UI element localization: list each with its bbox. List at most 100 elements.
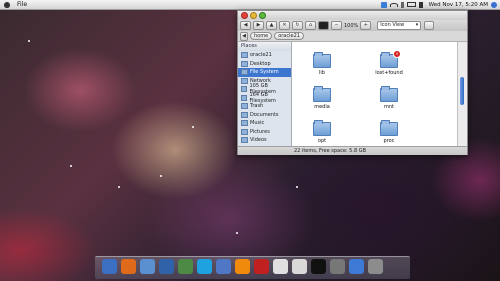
- chat-icon[interactable]: [140, 259, 155, 274]
- bluetooth-icon[interactable]: [400, 1, 404, 8]
- console-icon[interactable]: [311, 259, 326, 274]
- place-icon: [241, 111, 248, 118]
- folder-item[interactable]: × lost+found: [374, 50, 404, 76]
- wifi-icon[interactable]: [389, 2, 398, 7]
- vertical-scrollbar[interactable]: [457, 42, 467, 146]
- forward-button[interactable]: ▶: [253, 21, 264, 30]
- book-icon[interactable]: [254, 259, 269, 274]
- sidebar-item[interactable]: Documents: [238, 111, 291, 120]
- minimize-button[interactable]: [250, 12, 257, 19]
- sidebar-item-label: oracle21: [250, 52, 272, 59]
- path-toggle-button[interactable]: ◀: [240, 31, 248, 41]
- dropbox-icon[interactable]: [380, 1, 387, 8]
- place-icon: [241, 94, 248, 101]
- folder-item[interactable]: lib: [307, 52, 337, 76]
- sidebar-item-label: Trash: [250, 103, 264, 110]
- status-tray: Wed Nov 17, 5:20 AM: [380, 0, 497, 9]
- spotlight-icon[interactable]: [491, 1, 497, 8]
- sidebar-item-label: Documents: [250, 111, 279, 118]
- star: [192, 126, 194, 128]
- finder-icon[interactable]: [349, 259, 364, 274]
- folder-item[interactable]: mnt: [374, 86, 404, 110]
- place-icon: [241, 52, 248, 59]
- sidebar-item-label: Videos: [250, 137, 267, 144]
- photos-icon[interactable]: [292, 259, 307, 274]
- music-icon[interactable]: [216, 259, 231, 274]
- home-button[interactable]: ⌂: [305, 21, 316, 30]
- star: [236, 232, 238, 234]
- battery-icon[interactable]: [406, 2, 416, 7]
- folder-icon: [313, 52, 331, 68]
- sidebar-item[interactable]: Videos: [238, 136, 291, 145]
- folder-item[interactable]: opt: [307, 120, 337, 144]
- place-icon: [241, 103, 248, 110]
- menu-file[interactable]: File: [17, 1, 27, 8]
- place-icon: [241, 77, 248, 84]
- terminal-icon[interactable]: [273, 259, 288, 274]
- apple-icon[interactable]: [4, 1, 10, 8]
- title-bar[interactable]: [238, 11, 467, 20]
- firefox-icon[interactable]: [121, 259, 136, 274]
- pidgin-icon[interactable]: [178, 259, 193, 274]
- zoom-button[interactable]: [259, 12, 266, 19]
- sidebar-item[interactable]: 164 GB Filesystem: [238, 92, 291, 104]
- folder-label: media: [314, 104, 330, 110]
- breadcrumb-home[interactable]: home: [250, 32, 273, 40]
- skype-icon[interactable]: [197, 259, 212, 274]
- sidebar-item[interactable]: Desktop: [238, 60, 291, 69]
- no-access-icon: ×: [393, 50, 401, 58]
- download-icon[interactable]: [102, 259, 117, 274]
- sidebar-header: Places: [238, 42, 291, 51]
- star: [118, 186, 120, 188]
- sidebar-item[interactable]: Music: [238, 119, 291, 128]
- sidebar-item[interactable]: File System: [238, 68, 291, 77]
- clock[interactable]: Wed Nov 17, 5:20 AM: [429, 2, 488, 8]
- search-button[interactable]: [424, 21, 435, 30]
- star: [28, 40, 30, 42]
- view-mode-select[interactable]: Icon View ▾: [377, 21, 422, 30]
- globe-icon[interactable]: [159, 259, 174, 274]
- zoom-in-button[interactable]: +: [360, 21, 372, 30]
- star: [296, 186, 298, 188]
- folder-item[interactable]: media: [307, 86, 337, 110]
- sidebar-item[interactable]: Pictures: [238, 128, 291, 137]
- view-mode-value: Icon View: [380, 22, 405, 28]
- sidebar: Places oracle21 Desktop File System Network…: [238, 42, 292, 152]
- folder-label: opt: [317, 138, 327, 144]
- scrollbar-thumb[interactable]: [460, 77, 464, 105]
- folder-icon: [380, 86, 398, 102]
- file-manager-window: ◀ ▶ ▲ ✕ ↻ ⌂ − 100% + Icon View ▾ ◀ home …: [237, 10, 468, 155]
- stop-button[interactable]: ✕: [279, 21, 290, 30]
- sidebar-item[interactable]: oracle21: [238, 51, 291, 60]
- sidebar-item-label: Pictures: [250, 128, 270, 135]
- sidebar-item-label: File System: [250, 69, 279, 76]
- place-icon: [241, 137, 248, 144]
- place-icon: [241, 86, 248, 93]
- sidebar-item-label: Desktop: [250, 60, 271, 67]
- folder-icon: ×: [380, 50, 401, 68]
- up-button[interactable]: ▲: [266, 21, 277, 30]
- place-icon: [241, 120, 248, 127]
- trash-icon[interactable]: [368, 259, 383, 274]
- folder-icon: [313, 86, 331, 102]
- menu-bar: File Wed Nov 17, 5:20 AM: [0, 0, 500, 10]
- folder-label: lost+found: [375, 70, 403, 76]
- sidebar-item-label: Music: [250, 120, 265, 127]
- place-icon: [241, 60, 248, 67]
- chevron-down-icon: ▾: [415, 22, 419, 28]
- folder-label: lib: [319, 70, 325, 76]
- path-bar: ◀ home oracle21: [238, 31, 467, 42]
- volume-icon[interactable]: [418, 1, 423, 8]
- reload-button[interactable]: ↻: [292, 21, 303, 30]
- zoom-out-button[interactable]: −: [331, 21, 342, 30]
- star: [70, 165, 72, 167]
- close-button[interactable]: [241, 12, 248, 19]
- folder-icon: [380, 120, 398, 136]
- back-button[interactable]: ◀: [240, 21, 251, 30]
- settings-icon[interactable]: [330, 259, 345, 274]
- folder-item[interactable]: proc: [374, 120, 404, 144]
- computer-button[interactable]: [318, 21, 329, 30]
- place-icon: [241, 128, 248, 135]
- breadcrumb-oracle21[interactable]: oracle21: [274, 32, 304, 40]
- vlc-icon[interactable]: [235, 259, 250, 274]
